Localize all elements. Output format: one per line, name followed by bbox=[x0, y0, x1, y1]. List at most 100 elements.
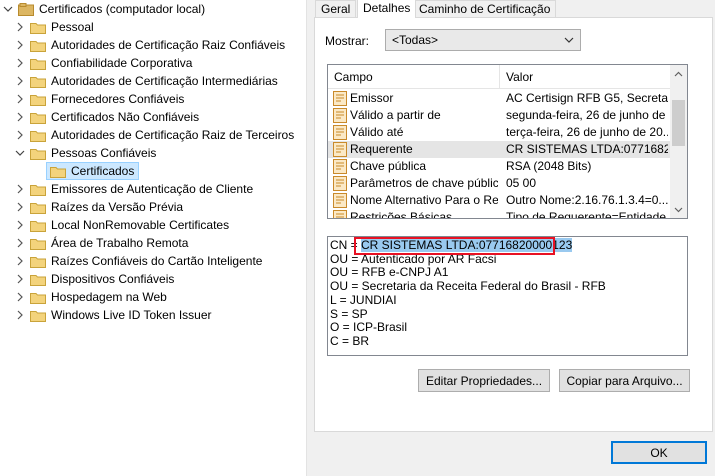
folder-icon bbox=[30, 129, 51, 142]
chevron-right-icon[interactable] bbox=[14, 252, 26, 270]
folder-icon bbox=[30, 183, 51, 196]
chevron-right-icon[interactable] bbox=[14, 216, 26, 234]
tree-item[interactable]: Hospedagem na Web bbox=[14, 288, 167, 306]
tree-item[interactable]: Confiabilidade Corporativa bbox=[14, 54, 192, 72]
list-item[interactable]: Válido a partir de segunda-feira, 26 de j… bbox=[328, 107, 672, 124]
folder-icon bbox=[30, 57, 51, 70]
field-name: Restrições Básicas bbox=[350, 210, 453, 219]
field-value: AC Certisign RFB G5, Secretari... bbox=[506, 91, 668, 105]
tree-item[interactable]: Local NonRemovable Certificates bbox=[14, 216, 229, 234]
tree-item-label: Windows Live ID Token Issuer bbox=[51, 308, 212, 322]
chevron-right-icon[interactable] bbox=[14, 270, 26, 288]
field-value: terça-feira, 26 de junho de 20... bbox=[506, 125, 668, 139]
tree-item[interactable]: Dispositivos Confiáveis bbox=[14, 270, 174, 288]
fields-list[interactable]: Campo Valor Emissor AC Certisign RFB G5, … bbox=[327, 64, 688, 219]
ok-button[interactable]: OK bbox=[611, 441, 707, 464]
tree-item[interactable]: Emissores de Autenticação de Cliente bbox=[14, 180, 253, 198]
chevron-right-icon[interactable] bbox=[14, 18, 26, 36]
chevron-right-icon[interactable] bbox=[14, 234, 26, 252]
folder-icon bbox=[30, 237, 51, 250]
field-name: Válido a partir de bbox=[350, 108, 441, 122]
tab-detalhes[interactable]: Detalhes bbox=[357, 0, 417, 18]
chevron-right-icon[interactable] bbox=[14, 72, 26, 90]
details-line: L = JUNDIAI bbox=[330, 292, 397, 307]
chevron-right-icon[interactable] bbox=[14, 288, 26, 306]
chevron-right-icon[interactable] bbox=[14, 36, 26, 54]
folder-icon bbox=[30, 147, 51, 160]
chevron-right-icon[interactable] bbox=[14, 126, 26, 144]
field-name: Nome Alternativo Para o Re... bbox=[350, 193, 498, 207]
field-name: Emissor bbox=[350, 91, 394, 105]
tree-item-label: Dispositivos Confiáveis bbox=[51, 272, 175, 286]
certificates-store-icon bbox=[18, 2, 34, 16]
folder-icon bbox=[30, 201, 51, 214]
chevron-right-icon[interactable] bbox=[14, 180, 26, 198]
list-item[interactable]: Restrições Básicas Tipo de Requerente=Ent… bbox=[328, 209, 672, 219]
field-name: Parâmetros de chave pública bbox=[350, 176, 498, 190]
chevron-right-icon[interactable] bbox=[14, 54, 26, 72]
scroll-down-icon[interactable] bbox=[670, 201, 687, 218]
tree-item[interactable]: Raízes Confiáveis do Cartão Inteligente bbox=[14, 252, 262, 270]
chevron-down-icon bbox=[564, 37, 574, 43]
tree-item[interactable]: Fornecedores Confiáveis bbox=[14, 90, 184, 108]
tree-item-label: Emissores de Autenticação de Cliente bbox=[51, 182, 254, 196]
list-item[interactable]: Nome Alternativo Para o Re... Outro Nome:… bbox=[328, 192, 672, 209]
tree-item[interactable]: Windows Live ID Token Issuer bbox=[14, 306, 212, 324]
tree-item[interactable]: Autoridades de Certificação Intermediári… bbox=[14, 72, 278, 90]
tree-item[interactable]: Pessoas Confiáveis bbox=[14, 144, 156, 162]
folder-icon bbox=[30, 93, 51, 106]
scrollbar-thumb[interactable] bbox=[672, 100, 685, 146]
chevron-right-icon[interactable] bbox=[14, 90, 26, 108]
copy-to-file-button[interactable]: Copiar para Arquivo... bbox=[559, 369, 690, 392]
folder-icon bbox=[50, 165, 71, 178]
column-header-valor[interactable]: Valor bbox=[500, 65, 672, 89]
tree-item-certificados[interactable]: Certificados bbox=[46, 162, 140, 180]
chevron-down-icon[interactable] bbox=[14, 144, 26, 162]
field-details-text[interactable]: CN = CR SISTEMAS LTDA:07716820000123 OU … bbox=[327, 236, 688, 356]
field-value: Tipo de Requerente=Entidade... bbox=[506, 210, 668, 219]
chevron-down-icon[interactable] bbox=[2, 0, 14, 18]
folder-icon bbox=[30, 309, 51, 322]
field-value: 05 00 bbox=[506, 176, 537, 190]
tree-item[interactable]: Certificados Não Confiáveis bbox=[14, 108, 199, 126]
tree-item-label: Pessoal bbox=[51, 20, 94, 34]
tree-item[interactable]: Autoridades de Certificação Raiz de Terc… bbox=[14, 126, 294, 144]
list-item[interactable]: Chave pública RSA (2048 Bits) bbox=[328, 158, 672, 175]
tab-caminho-certificacao[interactable]: Caminho de Certificação bbox=[413, 0, 557, 17]
tree-item-label: Raízes Confiáveis do Cartão Inteligente bbox=[51, 254, 263, 268]
tree-item-label: Autoridades de Certificação Intermediári… bbox=[51, 74, 278, 88]
list-item[interactable]: Parâmetros de chave pública 05 00 bbox=[328, 175, 672, 192]
tree-item[interactable]: Pessoal bbox=[14, 18, 94, 36]
list-item[interactable]: Requerente CR SISTEMAS LTDA:07716820... bbox=[328, 141, 672, 158]
list-item[interactable]: Emissor AC Certisign RFB G5, Secretari... bbox=[328, 90, 672, 107]
field-name: Válido até bbox=[350, 125, 404, 139]
tree-item[interactable]: Autoridades de Certificação Raiz Confiáv… bbox=[14, 36, 285, 54]
tree-item[interactable]: Área de Trabalho Remota bbox=[14, 234, 188, 252]
list-item[interactable]: Válido até terça-feira, 26 de junho de 20… bbox=[328, 124, 672, 141]
field-name: Requerente bbox=[350, 142, 413, 156]
tab-strip: Geral Detalhes Caminho de Certificação bbox=[312, 0, 715, 18]
folder-icon bbox=[30, 21, 51, 34]
field-value: CR SISTEMAS LTDA:07716820... bbox=[506, 142, 668, 156]
tree-item-label: Certificados Não Confiáveis bbox=[51, 110, 200, 124]
field-value: RSA (2048 Bits) bbox=[506, 159, 592, 173]
edit-properties-button[interactable]: Editar Propriedades... bbox=[418, 369, 550, 392]
tree-item[interactable]: Raízes da Versão Prévia bbox=[14, 198, 183, 216]
tree-item-label: Certificados bbox=[71, 164, 135, 178]
tree-root[interactable]: Certificados (computador local) bbox=[2, 0, 205, 18]
column-header-campo[interactable]: Campo bbox=[328, 65, 500, 89]
field-name: Chave pública bbox=[350, 159, 427, 173]
scroll-up-icon[interactable] bbox=[670, 65, 687, 82]
folder-icon bbox=[30, 219, 51, 232]
folder-icon bbox=[30, 39, 51, 52]
tree-root-label: Certificados (computador local) bbox=[39, 2, 206, 16]
folder-icon bbox=[30, 273, 51, 286]
show-select[interactable]: <Todas> bbox=[385, 29, 581, 51]
tab-geral[interactable]: Geral bbox=[315, 0, 357, 17]
list-scrollbar[interactable] bbox=[670, 65, 687, 218]
tree-item-label: Autoridades de Certificação Raiz Confiáv… bbox=[51, 38, 286, 52]
certificate-dialog: Geral Detalhes Caminho de Certificação M… bbox=[312, 0, 715, 476]
chevron-right-icon[interactable] bbox=[14, 198, 26, 216]
chevron-right-icon[interactable] bbox=[14, 306, 26, 324]
chevron-right-icon[interactable] bbox=[14, 108, 26, 126]
